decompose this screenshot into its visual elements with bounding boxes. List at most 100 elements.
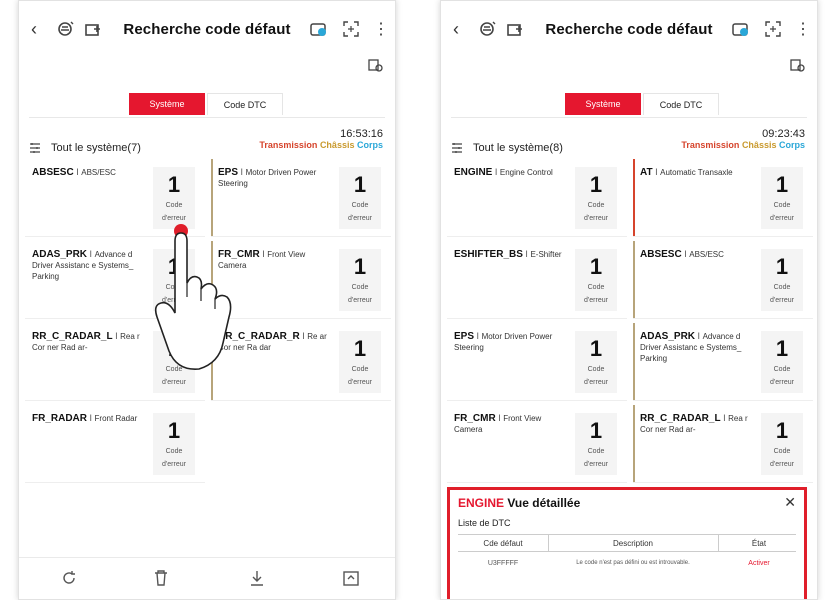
error-count: 1 <box>167 172 181 197</box>
list-filter-icon[interactable] <box>451 142 463 154</box>
screenshot-icon[interactable] <box>763 19 783 39</box>
category-stripe <box>211 241 213 318</box>
trash-icon[interactable] <box>151 568 171 588</box>
camera-car-icon[interactable] <box>309 19 329 39</box>
error-count-box[interactable]: 1 Code d'erreur <box>761 413 803 475</box>
timestamp: 16:53:16 <box>340 128 383 140</box>
tab-system[interactable]: Système <box>565 93 641 115</box>
category-stripe <box>211 323 213 400</box>
card-name: EPS I Motor Driven Power Steering <box>218 167 317 188</box>
error-count-box[interactable]: 1 Code d'erreur <box>761 249 803 311</box>
error-count-box[interactable]: 1 Code d'erreur <box>339 167 381 229</box>
category-chassis[interactable]: Châssis <box>742 140 777 150</box>
car-settings-icon[interactable] <box>789 57 805 73</box>
error-count-box[interactable]: 1 Code d'erreur <box>761 331 803 393</box>
card-name: ABSESC I ABS/ESC <box>640 249 724 260</box>
error-count-box[interactable]: 1 Code d'erreur <box>761 167 803 229</box>
system-card[interactable]: FR_RADAR I Front Radar 1 Code d'erreur <box>25 405 205 483</box>
list-filter-icon[interactable] <box>29 142 41 154</box>
error-count-box[interactable]: 1 Code d'erreur <box>153 331 195 393</box>
card-name: ADAS_PRK I Advance d Driver Assistanc e … <box>640 331 742 363</box>
card-name: ABSESC I ABS/ESC <box>32 167 116 178</box>
export-icon[interactable] <box>341 568 361 588</box>
error-count: 1 <box>775 418 789 443</box>
download-icon[interactable] <box>247 568 267 588</box>
activate-link[interactable]: Activer <box>718 560 800 567</box>
camera-car-icon[interactable] <box>731 19 751 39</box>
system-label[interactable]: Tout le système(8) <box>473 142 563 154</box>
error-count-box[interactable]: 1 Code d'erreur <box>153 413 195 475</box>
system-card[interactable]: RR_C_RADAR_L I Rea r Cor ner Rad ar- 1 Co… <box>25 323 205 401</box>
refresh-icon[interactable] <box>59 568 79 588</box>
error-count: 1 <box>353 254 367 279</box>
error-count-box[interactable]: 1 Code d'erreur <box>339 331 381 393</box>
system-card[interactable]: ADAS_PRK I Advance d Driver Assistanc e … <box>25 241 205 319</box>
system-card[interactable]: EPS I Motor Driven Power Steering 1 Code d… <box>211 159 391 237</box>
category-transmission[interactable]: Transmission <box>681 140 739 150</box>
error-count: 1 <box>589 172 603 197</box>
card-name: EPS I Motor Driven Power Steering <box>454 331 553 352</box>
category-stripe <box>633 159 635 236</box>
system-card[interactable]: FR_CMR I Front View Camera 1 Code d'erreur <box>447 405 627 483</box>
system-card[interactable]: EPS I Motor Driven Power Steering 1 Code d… <box>447 323 627 401</box>
divider <box>451 117 807 118</box>
tab-system[interactable]: Système <box>129 93 205 115</box>
error-count: 1 <box>589 254 603 279</box>
tab-dtc[interactable]: Code DTC <box>643 93 719 115</box>
car-settings-icon[interactable] <box>367 57 383 73</box>
dtc-description: Le code n'est pas défini ou est introuva… <box>576 560 690 566</box>
card-name: FR_CMR I Front View Camera <box>454 413 542 434</box>
page-title: Recherche code défaut <box>545 21 713 38</box>
error-count: 1 <box>167 418 181 443</box>
detail-panel: ENGINE Vue détaillée ✕ Liste de DTC Cde … <box>447 487 807 599</box>
close-icon[interactable]: ✕ <box>784 494 796 511</box>
more-vertical-icon[interactable]: ⋮ <box>373 19 389 39</box>
timestamp: 09:23:43 <box>762 128 805 140</box>
error-count: 1 <box>167 336 181 361</box>
dtc-list-title: Liste de DTC <box>458 518 511 528</box>
system-card[interactable]: FR_CMR I Front View Camera 1 Code d'erreur <box>211 241 391 319</box>
error-count: 1 <box>775 336 789 361</box>
system-card[interactable]: RR_C_RADAR_L I Rea r Cor ner Rad ar- 1 Co… <box>633 405 813 483</box>
category-legend: Transmission Châssis Corps <box>259 140 383 150</box>
error-count: 1 <box>353 172 367 197</box>
tab-dtc[interactable]: Code DTC <box>207 93 283 115</box>
error-count-box[interactable]: 1 Code d'erreur <box>575 413 617 475</box>
error-count-box[interactable]: 1 Code d'erreur <box>575 331 617 393</box>
error-count-box[interactable]: 1 Code d'erreur <box>153 167 195 229</box>
error-count-box[interactable]: 1 Code d'erreur <box>153 249 195 311</box>
error-count: 1 <box>167 254 181 279</box>
system-card[interactable]: ABSESC I ABS/ESC 1 Code d'erreur <box>633 241 813 319</box>
category-chassis[interactable]: Châssis <box>320 140 355 150</box>
category-corps[interactable]: Corps <box>779 140 805 150</box>
system-card[interactable]: ESHIFTER_BS I E-Shifter 1 Code d'erreur <box>447 241 627 319</box>
system-row: Tout le système(7) Transmission Châssis … <box>29 140 383 156</box>
error-count: 1 <box>589 336 603 361</box>
card-name: ESHIFTER_BS I E-Shifter <box>454 249 562 260</box>
error-count: 1 <box>775 172 789 197</box>
more-vertical-icon[interactable]: ⋮ <box>795 19 811 39</box>
right-phone-screen: ‹ Recherche code défaut ⋮ Système Code D… <box>440 0 818 600</box>
system-card[interactable]: AT I Automatic Transaxle 1 Code d'erreur <box>633 159 813 237</box>
category-corps[interactable]: Corps <box>357 140 383 150</box>
card-name: RR_C_RADAR_R I Re ar Cor ner Ra dar <box>218 331 327 352</box>
tab-bar: Système Code DTC <box>441 93 817 115</box>
system-card[interactable]: ADAS_PRK I Advance d Driver Assistanc e … <box>633 323 813 401</box>
card-name: AT I Automatic Transaxle <box>640 167 733 178</box>
error-count-box[interactable]: 1 Code d'erreur <box>575 249 617 311</box>
error-count-box[interactable]: 1 Code d'erreur <box>575 167 617 229</box>
system-card[interactable]: RR_C_RADAR_R I Re ar Cor ner Ra dar 1 Cod… <box>211 323 391 401</box>
screenshot-icon[interactable] <box>341 19 361 39</box>
app-bar: ‹ Recherche code défaut ⋮ <box>19 17 395 45</box>
category-legend: Transmission Châssis Corps <box>681 140 805 150</box>
system-card[interactable]: ABSESC I ABS/ESC 1 Code d'erreur <box>25 159 205 237</box>
dtc-table-header: Cde défaut Description État <box>458 534 796 552</box>
category-transmission[interactable]: Transmission <box>259 140 317 150</box>
system-card[interactable]: ENGINE I Engine Control 1 Code d'erreur <box>447 159 627 237</box>
dtc-table-row[interactable]: U3FFFFF Le code n'est pas défini ou est … <box>458 556 796 574</box>
header-code: Cde défaut <box>483 539 523 548</box>
error-count-box[interactable]: 1 Code d'erreur <box>339 249 381 311</box>
system-label[interactable]: Tout le système(7) <box>51 142 141 154</box>
left-phone-screen: ‹ Recherche code défaut ⋮ Système Code D… <box>18 0 396 600</box>
header-state: État <box>751 539 767 548</box>
